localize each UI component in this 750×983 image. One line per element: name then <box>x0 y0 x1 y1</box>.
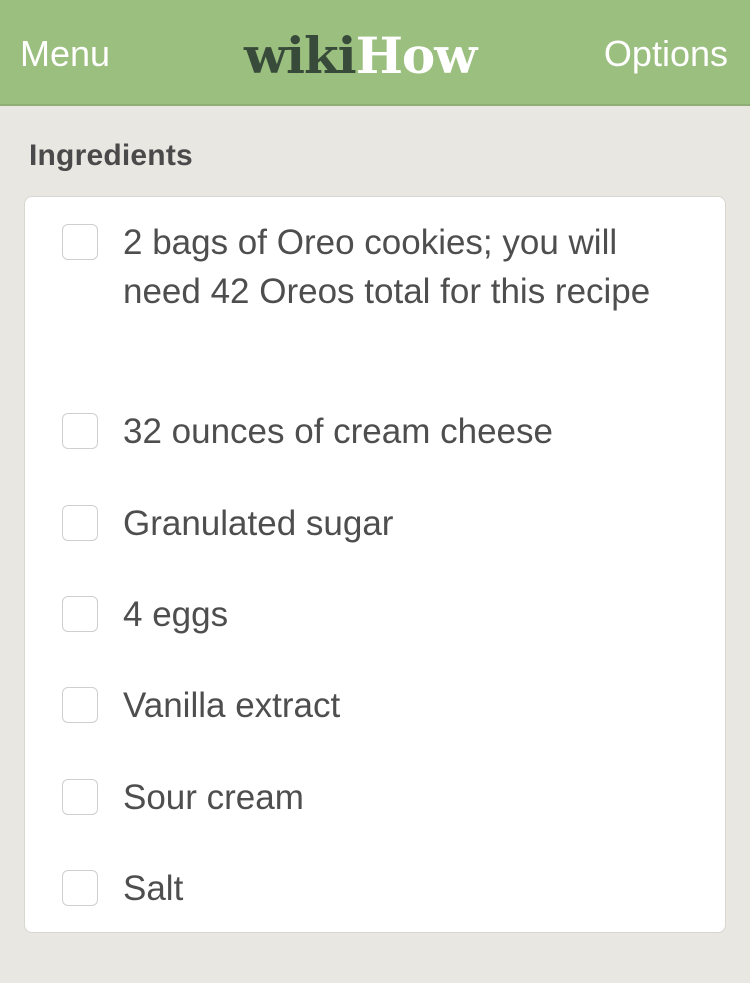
ingredient-checkbox[interactable] <box>62 687 98 723</box>
ingredient-checkbox[interactable] <box>62 596 98 632</box>
ingredient-checkbox[interactable] <box>62 224 98 260</box>
ingredients-card: 2 bags of Oreo cookies; you will need 42… <box>24 196 726 933</box>
section-title: Ingredients <box>29 139 193 172</box>
ingredient-checkbox[interactable] <box>62 505 98 541</box>
ingredient-checkbox[interactable] <box>62 779 98 815</box>
wikihow-logo[interactable]: wikiHow <box>244 26 478 86</box>
ingredient-label: Salt <box>123 869 184 908</box>
logo-how-text: How <box>355 26 478 85</box>
ingredient-checkbox[interactable] <box>62 870 98 906</box>
logo-wiki-text: wiki <box>244 26 357 85</box>
ingredient-label: 32 ounces of cream cheese <box>123 412 553 451</box>
options-button[interactable]: Options <box>604 34 728 74</box>
ingredient-label: 2 bags of Oreo cookies; you will need 42… <box>123 223 651 311</box>
ingredient-label: Sour cream <box>123 778 304 817</box>
top-bar: Menu wikiHow Options <box>0 0 750 106</box>
ingredient-label: 4 eggs <box>123 595 229 634</box>
menu-button[interactable]: Menu <box>20 34 110 74</box>
ingredient-checkbox[interactable] <box>62 413 98 449</box>
ingredient-label: Vanilla extract <box>123 686 341 725</box>
ingredient-label: Granulated sugar <box>123 504 394 543</box>
